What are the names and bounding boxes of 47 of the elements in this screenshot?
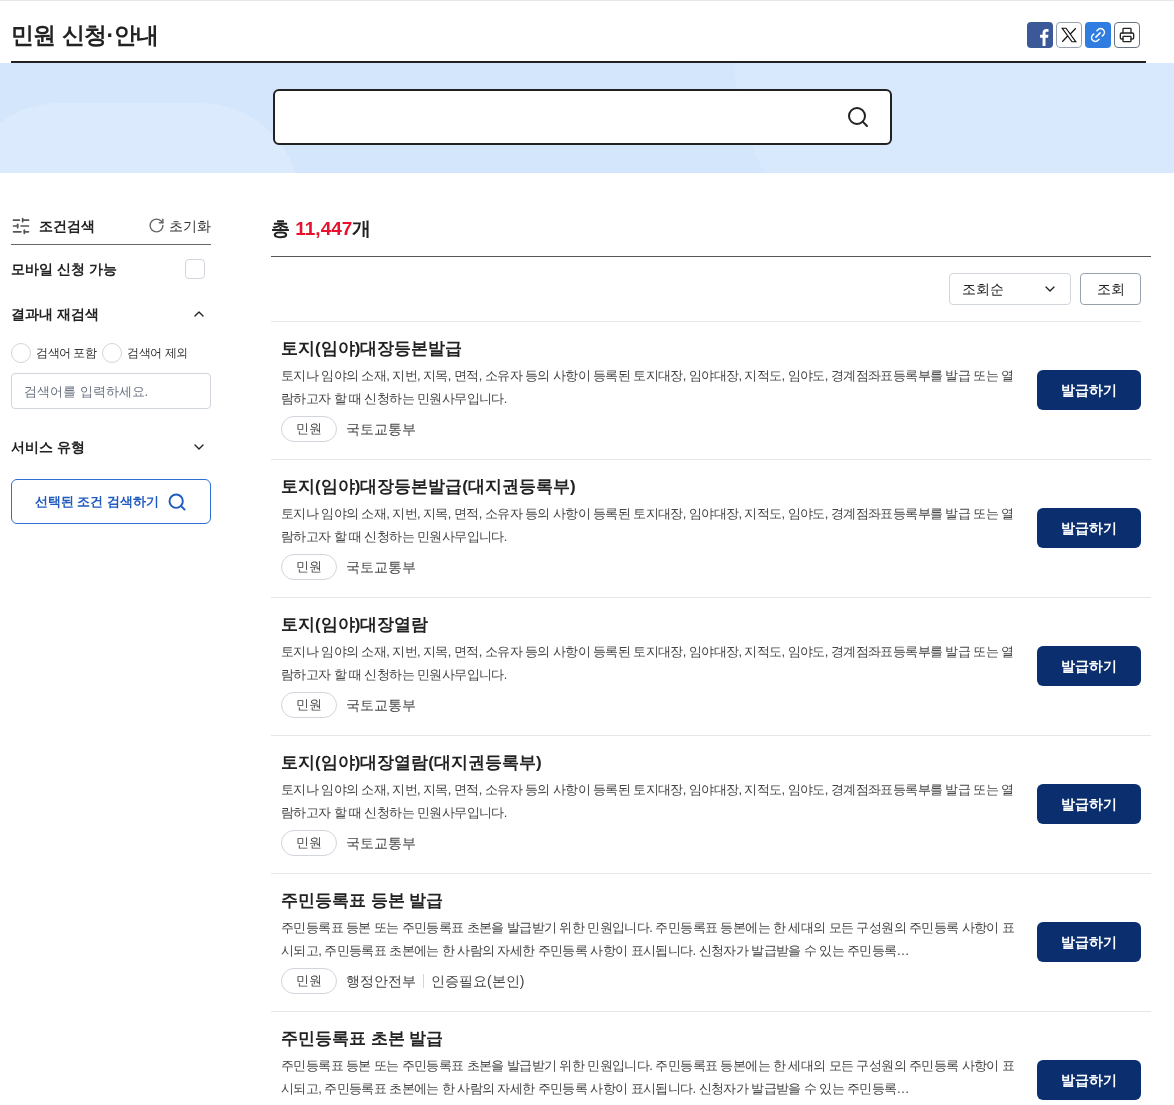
result-title[interactable]: 주민등록표 등본 발급 (281, 887, 1037, 913)
result-description: 토지나 임야의 소재, 지번, 지목, 면적, 소유자 등의 사항이 등록된 토지대장, 임야대장, 지적도, 임야도, 경계점좌표등록부를 발급 또는 열람하고자 할 때 신청하는 민원사무입니다. (281, 505, 1015, 546)
result-description: 주민등록표 등본 또는 주민등록표 초본을 발급받기 위한 민원입니다. 주민등록표 등본에는 한 세대의 모든 구성원의 주민등록 사항이 표시되고, 주민등록표 초본에는 한 사람의 자세한 주민등록 사항이 표시됩니다. 신청자가 발급받을 수 있는 주민등록… (281, 919, 1016, 960)
issue-button[interactable]: 발급하기 (1037, 784, 1141, 824)
filter-icon (11, 215, 31, 236)
service-type-toggle[interactable]: 서비스 유형 (11, 437, 211, 457)
checkbox[interactable] (185, 259, 205, 279)
link-icon[interactable] (1085, 22, 1111, 48)
result-description: 토지나 임야의 소재, 지번, 지목, 면적, 소유자 등의 사항이 등록된 토지대장, 임야대장, 지적도, 임야도, 경계점좌표등록부를 발급 또는 열람하고자 할 때 신청하는 민원사무입니다. (281, 643, 1015, 684)
result-title[interactable]: 토지(임야)대장열람(대지권등록부) (281, 749, 1037, 775)
result-title[interactable]: 토지(임야)대장등본발급(대지권등록부) (281, 473, 1037, 499)
sort-select[interactable]: 조회순 (949, 272, 1071, 305)
filter-title: 조건검색 (39, 216, 95, 236)
search-field[interactable] (272, 89, 892, 145)
issue-button[interactable]: 발급하기 (1037, 1060, 1141, 1100)
result-description: 주민등록표 등본 또는 주민등록표 초본을 발급받기 위한 민원입니다. 주민등록표 등본에는 한 세대의 모든 구성원의 주민등록 사항이 표시되고, 주민등록표 초본에는 한 사람의 자세한 주민등록 사항이 표시됩니다. 신청자가 발급받을 수 있는 주민등록… (281, 1057, 1016, 1098)
refine-toggle[interactable]: 결과내 재검색 (11, 304, 211, 324)
search-conditions-button[interactable]: 선택된 조건 검색하기 (11, 479, 211, 524)
agency-label: 국토교통부 (346, 557, 416, 577)
result-title[interactable]: 토지(임야)대장열람 (281, 611, 1037, 637)
agency-label: 국토교통부 (346, 695, 416, 715)
reset-button[interactable]: 초기화 (148, 215, 211, 236)
page-title: 민원 신청·안내 (11, 20, 159, 50)
radio-option[interactable]: 검색어 포함 (11, 343, 97, 363)
refresh-icon (148, 217, 165, 234)
issue-button[interactable]: 발급하기 (1037, 370, 1141, 410)
print-icon[interactable] (1114, 22, 1140, 48)
agency-label: 국토교통부 (346, 419, 416, 439)
mobile-label: 모바일 신청 가능 (11, 260, 117, 279)
result-description: 토지나 임야의 소재, 지번, 지목, 면적, 소유자 등의 사항이 등록된 토지대장, 임야대장, 지적도, 임야도, 경계점좌표등록부를 발급 또는 열람하고자 할 때 신청하는 민원사무입니다. (281, 367, 1015, 408)
refine-input[interactable]: 검색어를 입력하세요. (11, 373, 211, 409)
issue-button[interactable]: 발급하기 (1037, 646, 1141, 686)
agency-label: 행정안전부 (346, 971, 416, 991)
search-icon (167, 491, 188, 512)
auth-note: 인증필요(본인) (423, 974, 525, 988)
issue-button[interactable]: 발급하기 (1037, 922, 1141, 962)
result-count: 총 11,447개 (271, 218, 372, 239)
result-description: 토지나 임야의 소재, 지번, 지목, 면적, 소유자 등의 사항이 등록된 토지대장, 임야대장, 지적도, 임야도, 경계점좌표등록부를 발급 또는 열람하고자 할 때 신청하는 민원사무입니다. (281, 781, 1015, 822)
agency-label: 국토교통부 (346, 833, 416, 853)
result-title[interactable]: 주민등록표 초본 발급 (281, 1025, 1037, 1051)
query-button[interactable]: 조회 (1080, 272, 1141, 305)
result-title[interactable]: 토지(임야)대장등본발급 (281, 335, 1037, 361)
facebook-icon[interactable] (1027, 22, 1053, 48)
radio-option[interactable]: 검색어 제외 (102, 343, 188, 363)
issue-button[interactable]: 발급하기 (1037, 508, 1141, 548)
search-icon[interactable] (845, 105, 870, 129)
x-logo-icon[interactable] (1056, 22, 1082, 48)
